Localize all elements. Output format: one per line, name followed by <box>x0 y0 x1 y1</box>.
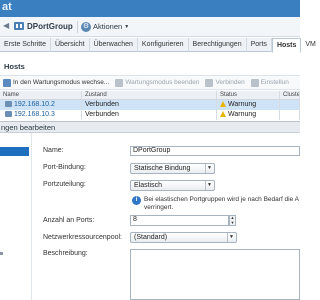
host-icon <box>5 111 12 117</box>
grid-header: Name Zustand Status Cluster <box>0 91 300 100</box>
portgroup-icon <box>14 22 24 30</box>
object-title: DPortGroup <box>27 22 73 31</box>
sidebar-item-general[interactable] <box>0 147 29 156</box>
resource-pool-value: (Standard) <box>134 234 168 241</box>
status-cell: Warnung <box>217 100 280 110</box>
hosts-grid: Name Zustand Status Cluster 192.168.10.2… <box>0 91 300 121</box>
port-binding-select[interactable]: Statische Bindung ▼ <box>130 163 215 174</box>
column-cluster[interactable]: Cluster <box>280 91 300 99</box>
gear-icon: ⚙ <box>81 21 91 32</box>
dialog-title: ngen bearbeiten <box>1 123 56 132</box>
description-textarea[interactable] <box>130 249 300 300</box>
exit-maintenance-label: Wartungsmodus beenden <box>125 79 200 86</box>
table-row[interactable]: 192.168.10.3 Verbunden Warnung <box>0 110 300 120</box>
sidebar-marker <box>0 252 3 255</box>
connect-button[interactable]: Verbinden <box>202 78 247 87</box>
hosts-toolbar: In den Wartungsmodus wechse... Wartungsm… <box>0 75 300 90</box>
host-name[interactable]: 192.168.10.2 <box>14 101 55 108</box>
chevron-down-icon: ▼ <box>205 181 213 190</box>
resource-pool-label: Netzwerkressourcenpool: <box>43 234 122 241</box>
port-binding-label: Port-Bindung: <box>43 164 86 171</box>
allocation-info-line2: verringert. <box>144 204 174 211</box>
hosts-section: Hosts <box>0 53 300 75</box>
tab-configure[interactable]: Konfigurieren <box>138 38 189 52</box>
name-label: Name: <box>43 147 64 154</box>
settings-icon <box>250 78 259 87</box>
resource-pool-select[interactable]: (Standard) ▼ <box>130 232 237 243</box>
cluster-cell <box>280 100 300 110</box>
app-brand: at <box>2 1 12 13</box>
port-binding-value: Statische Bindung <box>134 165 191 172</box>
column-state[interactable]: Zustand <box>82 91 217 99</box>
actions-menu[interactable]: ⚙ Aktionen ▼ <box>81 20 129 33</box>
exit-maintenance-button[interactable]: Wartungsmodus beenden <box>112 78 202 87</box>
host-name-cell: 192.168.10.2 <box>0 100 82 110</box>
description-label: Beschreibung: <box>43 250 88 257</box>
tab-hosts[interactable]: Hosts <box>271 38 302 53</box>
actions-label: Aktionen <box>93 22 123 31</box>
tab-getting-started[interactable]: Erste Schritte <box>0 38 52 52</box>
tab-monitor[interactable]: Überwachen <box>90 38 138 52</box>
port-allocation-label: Portzuteilung: <box>43 181 86 188</box>
column-name[interactable]: Name <box>0 91 82 99</box>
name-field[interactable]: DPortGroup <box>130 146 300 156</box>
back-arrow-icon[interactable]: ◀ <box>3 22 11 30</box>
cluster-cell <box>280 110 300 120</box>
state-cell: Verbunden <box>82 110 217 120</box>
port-allocation-select[interactable]: Elastisch ▼ <box>130 180 215 191</box>
port-count-input[interactable]: 8 <box>130 215 229 226</box>
top-bar: at <box>0 0 300 17</box>
tab-summary[interactable]: Übersicht <box>51 38 90 52</box>
object-header: ◀ DPortGroup ⚙ Aktionen ▼ <box>0 17 300 37</box>
tab-vms[interactable]: VM <box>301 38 320 52</box>
allocation-info-line1: Bei elastischen Portgruppen wird je nach… <box>144 196 300 203</box>
header-divider <box>77 21 78 33</box>
connect-label: Verbinden <box>215 79 245 86</box>
port-count-stepper[interactable]: ▲ ▼ <box>229 215 236 226</box>
connect-icon <box>205 78 214 87</box>
state-cell: Verbunden <box>82 100 217 110</box>
allocation-info-text: Bei elastischen Portgruppen wird je nach… <box>144 196 300 212</box>
port-count-label: Anzahl an Ports: <box>43 217 95 224</box>
warning-icon <box>220 111 226 117</box>
dialog-sidebar <box>0 133 32 300</box>
info-icon: i <box>132 196 141 205</box>
warning-icon <box>220 101 226 107</box>
settings-button[interactable]: Einstellun <box>248 78 292 87</box>
tab-bar: Erste Schritte Übersicht Überwachen Konf… <box>0 38 320 53</box>
enter-maintenance-button[interactable]: In den Wartungsmodus wechse... <box>0 78 112 87</box>
maintenance-icon <box>3 78 11 87</box>
tab-permissions[interactable]: Berechtigungen <box>189 38 247 52</box>
host-name[interactable]: 192.168.10.3 <box>14 111 55 118</box>
host-icon <box>5 101 12 107</box>
chevron-down-icon: ▼ <box>205 164 213 173</box>
section-title: Hosts <box>4 62 25 71</box>
exit-maintenance-icon <box>115 78 124 87</box>
chevron-down-icon: ▼ <box>227 233 235 242</box>
dialog-title-bar: ngen bearbeiten <box>0 122 300 133</box>
status-text: Warnung <box>228 111 257 118</box>
status-text: Warnung <box>228 101 257 108</box>
host-name-cell: 192.168.10.3 <box>0 110 82 120</box>
enter-maintenance-label: In den Wartungsmodus wechse... <box>13 79 110 86</box>
port-allocation-value: Elastisch <box>134 182 163 189</box>
column-status[interactable]: Status <box>217 91 280 99</box>
table-row[interactable]: 192.168.10.2 Verbunden Warnung <box>0 100 300 110</box>
settings-label: Einstellun <box>260 79 289 86</box>
chevron-down-icon: ▼ <box>124 23 130 30</box>
status-cell: Warnung <box>217 110 280 120</box>
tab-ports[interactable]: Ports <box>247 38 272 52</box>
